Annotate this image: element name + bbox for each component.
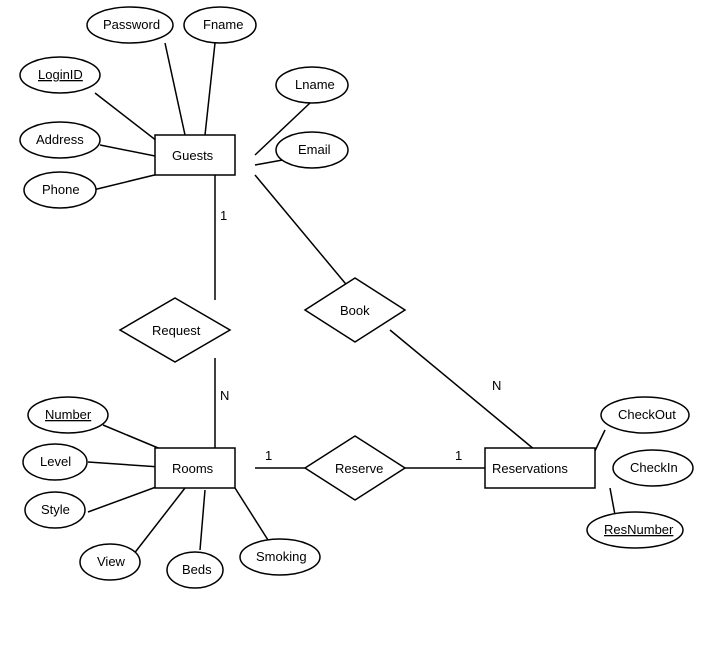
address-label: Address: [36, 132, 84, 147]
card-rooms-reserve: 1: [265, 448, 272, 463]
reservations-label: Reservations: [492, 461, 568, 476]
lname-label: Lname: [295, 77, 335, 92]
book-label: Book: [340, 303, 370, 318]
email-label: Email: [298, 142, 331, 157]
checkout-label: CheckOut: [618, 407, 676, 422]
rooms-label: Rooms: [172, 461, 214, 476]
checkin-label: CheckIn: [630, 460, 678, 475]
card-book-reservations: N: [492, 378, 501, 393]
reserve-label: Reserve: [335, 461, 383, 476]
fname-label: Fname: [203, 17, 243, 32]
style-label: Style: [41, 502, 70, 517]
guests-label: Guests: [172, 148, 214, 163]
card-reserve-reservations: 1: [455, 448, 462, 463]
card-guests-request: 1: [220, 208, 227, 223]
diagram-canvas: 1 N N 1 1: [0, 0, 728, 647]
smoking-label: Smoking: [256, 549, 307, 564]
number-label: Number: [45, 407, 92, 422]
beds-label: Beds: [182, 562, 212, 577]
request-label: Request: [152, 323, 201, 338]
er-diagram: 1 N N 1 1: [0, 0, 728, 647]
level-label: Level: [40, 454, 71, 469]
card-request-rooms: N: [220, 388, 229, 403]
phone-label: Phone: [42, 182, 80, 197]
password-label: Password: [103, 17, 160, 32]
view-label: View: [97, 554, 126, 569]
loginid-label: LoginID: [38, 67, 83, 82]
resnumber-label: ResNumber: [604, 522, 674, 537]
